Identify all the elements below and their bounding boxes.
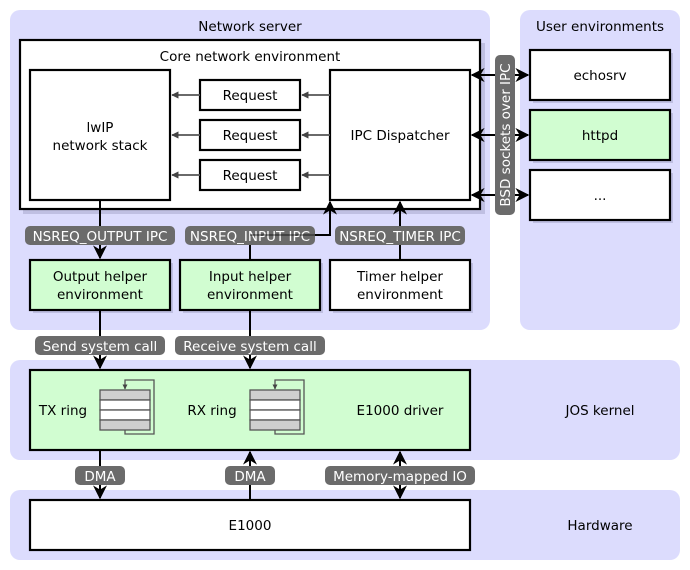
mmio-label: Memory-mapped IO <box>325 466 475 485</box>
dma-tx-label: DMA <box>75 466 125 485</box>
output-helper-line1: Output helper <box>53 269 148 285</box>
network-server-title: Network server <box>198 19 302 35</box>
hardware-title: Hardware <box>567 518 632 534</box>
jos-kernel-title: JOS kernel <box>564 403 634 419</box>
lwip-label-line1: lwIP <box>87 120 114 136</box>
dma-rx-text: DMA <box>234 469 266 485</box>
httpd-label: httpd <box>582 128 618 144</box>
request-box-3: Request <box>198 158 302 192</box>
mmio-text: Memory-mapped IO <box>333 469 467 485</box>
request-box-1: Request <box>198 78 302 112</box>
receive-syscall-text: Receive system call <box>183 339 316 355</box>
tx-ring-label: TX ring <box>38 403 87 419</box>
nsreq-output-text: NSREQ_OUTPUT IPC <box>33 229 168 245</box>
send-syscall-text: Send system call <box>43 339 158 355</box>
nsreq-timer-text: NSREQ_TIMER IPC <box>339 229 461 245</box>
lwip-stack-box: lwIP network stack <box>28 68 172 202</box>
dma-tx-text: DMA <box>84 469 116 485</box>
user-environments-title: User environments <box>536 19 664 35</box>
timer-helper-line2: environment <box>357 287 443 303</box>
output-helper-line2: environment <box>57 287 143 303</box>
e1000-label: E1000 <box>229 518 272 534</box>
ellipsis-label: ... <box>594 188 607 204</box>
nsreq-input-text: NSREQ_INPUT IPC <box>190 229 310 245</box>
timer-helper-line1: Timer helper <box>356 269 443 285</box>
send-syscall-label: Send system call <box>35 336 165 355</box>
nsreq-timer-label: NSREQ_TIMER IPC <box>335 226 465 245</box>
bsd-sockets-text: BSD sockets over IPC <box>498 63 514 206</box>
rx-ring-label: RX ring <box>187 403 236 419</box>
input-helper-box: Input helper environment <box>178 258 323 313</box>
echosrv-label: echosrv <box>573 68 626 84</box>
e1000-driver-label: E1000 driver <box>357 403 444 419</box>
receive-syscall-label: Receive system call <box>175 336 325 355</box>
output-helper-box: Output helper environment <box>28 258 173 313</box>
user-env-echosrv: echosrv <box>528 48 673 103</box>
input-helper-line1: Input helper <box>209 269 292 285</box>
timer-helper-box: Timer helper environment <box>328 258 473 313</box>
lwip-label-line2: network stack <box>53 138 148 154</box>
request-label: Request <box>223 128 278 144</box>
input-helper-line2: environment <box>207 287 293 303</box>
request-label: Request <box>223 88 278 104</box>
ipc-dispatcher-label: IPC Dispatcher <box>351 128 450 144</box>
e1000-hardware-box: E1000 <box>28 498 472 552</box>
nsreq-output-label: NSREQ_OUTPUT IPC <box>25 226 175 245</box>
core-network-title: Core network environment <box>160 49 341 65</box>
bsd-sockets-label: BSD sockets over IPC <box>495 55 515 215</box>
user-env-more: ... <box>528 168 673 223</box>
request-label: Request <box>223 168 278 184</box>
user-env-httpd: httpd <box>528 108 673 163</box>
dma-rx-label: DMA <box>225 466 275 485</box>
request-box-2: Request <box>198 118 302 152</box>
ipc-dispatcher-box: IPC Dispatcher <box>328 68 472 202</box>
network-architecture-diagram: Network server User environments JOS ker… <box>10 10 680 560</box>
